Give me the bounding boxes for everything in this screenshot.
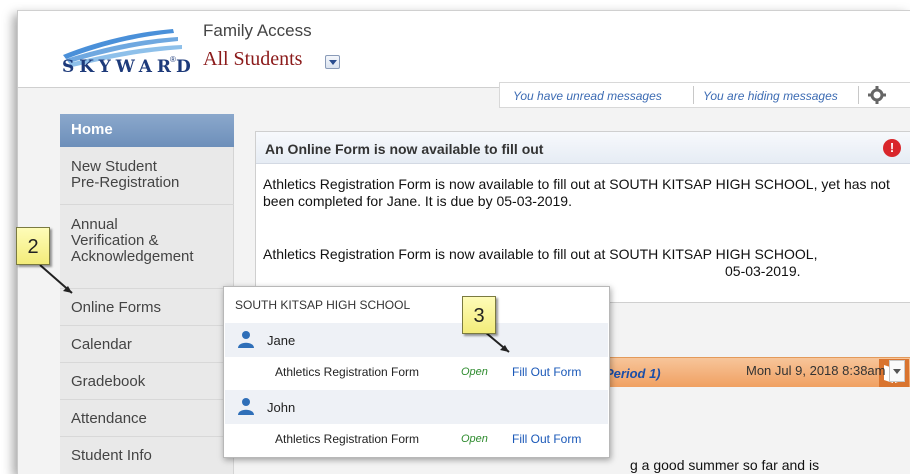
callout-arrow <box>39 264 510 353</box>
callout-step-3: 3 <box>462 296 496 334</box>
screenshot-frame: SKYWARD ® Family Access All Students You… <box>0 0 910 474</box>
callout-step-2: 2 <box>16 227 50 265</box>
